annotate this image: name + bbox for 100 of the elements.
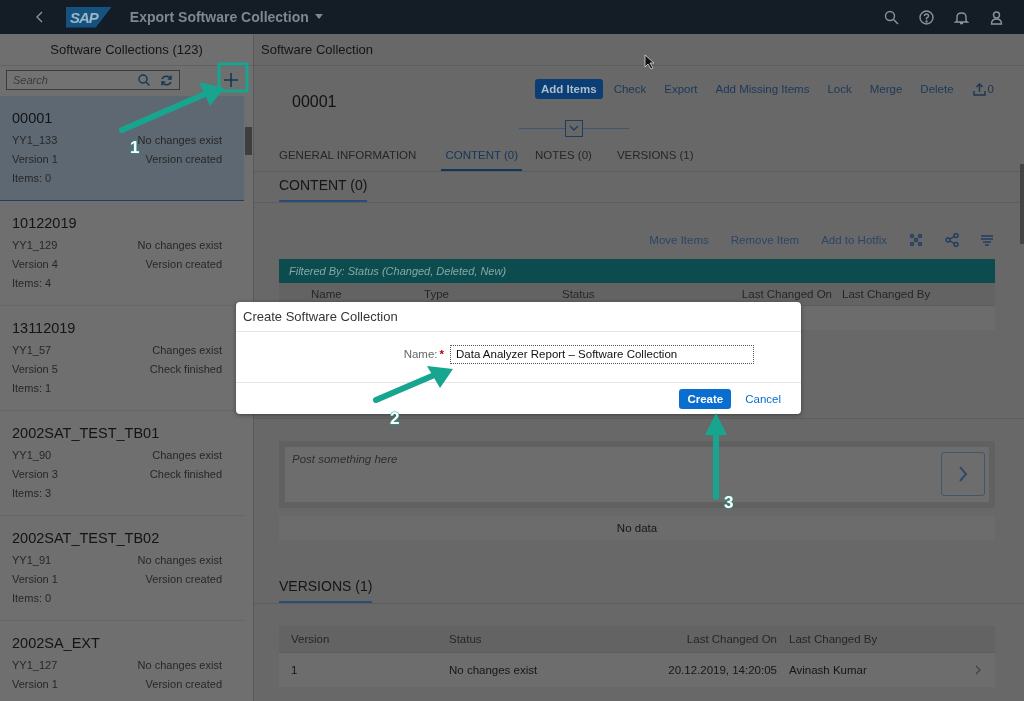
item-status: No changes exist <box>137 134 222 146</box>
column-header: Name <box>310 288 343 300</box>
tab[interactable]: VERSIONS (1) <box>616 140 706 171</box>
item-state: Check finished <box>149 363 222 377</box>
help-icon[interactable] <box>919 9 934 25</box>
field-label: Name: <box>403 348 438 360</box>
item-version: Version 5 <box>12 363 58 377</box>
dialog-title: Create Software Collection <box>236 302 801 332</box>
section-title: CONTENT (0) <box>279 177 368 202</box>
column-header: Last Changed On <box>740 288 833 300</box>
scrollbar[interactable] <box>1020 164 1024 244</box>
user-icon[interactable] <box>989 9 1004 25</box>
item-title: 2002SAT_TEST_TB02 <box>12 530 161 546</box>
highlight-box <box>217 62 249 93</box>
item-status: Changes exist <box>152 449 222 463</box>
toolbar-button[interactable]: Add to Hotfix <box>821 234 887 246</box>
page-title: Software Collection <box>254 34 1024 66</box>
item-status: No changes exist <box>137 659 222 673</box>
item-code: YY1_133 <box>12 134 58 148</box>
action-button[interactable]: Check <box>606 79 654 99</box>
scrollbar[interactable] <box>245 127 252 155</box>
item-code: YY1_57 <box>12 344 52 358</box>
pane-title: Software Collections (123) <box>0 34 253 66</box>
item-code: YY1_129 <box>12 239 58 253</box>
item-state: Version created <box>145 258 222 272</box>
add-items-button[interactable]: Add Items <box>535 79 603 99</box>
bell-icon[interactable] <box>954 9 969 25</box>
dropdown-icon[interactable] <box>314 14 323 20</box>
table-cell-text: No changes exist <box>449 664 539 676</box>
table-cell-text: 20.12.2019, 14:20:05 <box>667 664 778 676</box>
toolbar-button[interactable]: Move Items <box>649 234 709 246</box>
step-number: 1 <box>130 138 140 157</box>
item-count: Items: 3 <box>12 487 52 501</box>
item-count: Items: 0 <box>12 592 52 606</box>
item-title: 2002SAT_TEST_TB01 <box>12 425 161 441</box>
column-header: Status <box>562 288 596 300</box>
plus-icon <box>224 73 238 87</box>
upload-icon[interactable] <box>972 82 986 96</box>
item-title: 00001 <box>12 110 54 126</box>
item-count: Items: 4 <box>12 277 52 291</box>
search-icon[interactable] <box>138 74 150 86</box>
tab[interactable]: NOTES (0) <box>535 140 604 171</box>
column-header: Type <box>424 288 450 300</box>
item-count: Items: 1 <box>12 382 52 396</box>
list-item[interactable]: 2002SAT_TEST_TB02 YY1_91 No changes exist Version 1 Version created Items: 0 <box>0 516 244 621</box>
tab[interactable]: GENERAL INFORMATION <box>279 140 429 171</box>
item-status: No changes exist <box>137 554 222 568</box>
item-version: Version 1 <box>12 678 58 692</box>
item-state: Version created <box>145 153 222 167</box>
column-header: Status <box>449 633 483 645</box>
chevron-right-icon <box>975 665 981 675</box>
table-cell-text: Avinash Kumar <box>789 664 868 676</box>
step-number: 2 <box>390 409 400 428</box>
search-input[interactable]: Search <box>13 74 128 86</box>
column-header: Last Changed By <box>789 633 879 645</box>
name-field[interactable]: Data Analyzer Report – Software Collection <box>450 344 754 364</box>
post-input[interactable]: Post something here <box>285 447 937 471</box>
action-button[interactable]: Lock <box>820 79 859 99</box>
refresh-icon[interactable] <box>160 73 173 87</box>
action-button[interactable]: Export <box>657 79 705 99</box>
upload-count: 0 <box>987 83 994 95</box>
item-title: 10122019 <box>12 215 78 231</box>
sort-icon[interactable] <box>981 234 993 246</box>
item-code: YY1_127 <box>12 659 58 673</box>
list-item[interactable]: 2002SA_EXT YY1_127 No changes exist Version 1 Version created <box>0 621 244 701</box>
item-version: Version 3 <box>12 468 58 482</box>
network-icon[interactable] <box>909 233 923 247</box>
column-header: Last Changed By <box>842 288 932 300</box>
search-field[interactable]: Search <box>6 70 180 90</box>
post-button[interactable] <box>941 452 985 496</box>
item-status: No changes exist <box>137 239 222 253</box>
collapse-button[interactable] <box>565 119 583 137</box>
item-code: YY1_90 <box>12 449 52 463</box>
share-icon[interactable] <box>945 233 959 247</box>
chevron-down-icon <box>569 125 579 131</box>
create-button[interactable]: Create <box>679 388 732 409</box>
mouse-cursor <box>644 54 655 70</box>
item-version: Version 1 <box>12 153 58 167</box>
required-mark: * <box>439 348 444 360</box>
search-icon[interactable] <box>884 9 899 25</box>
item-count: Items: 0 <box>12 172 52 186</box>
cancel-button[interactable]: Cancel <box>745 388 781 409</box>
section-title: VERSIONS (1) <box>279 578 373 603</box>
table-row[interactable]: 1 No changes exist 20.12.2019, 14:20:05 Avinash Kumar <box>279 652 995 687</box>
item-state: Version created <box>145 678 222 692</box>
action-button[interactable]: Delete <box>913 79 961 99</box>
filter-bar: Filtered By: Status (Changed, Deleted, New) <box>279 259 995 283</box>
action-button[interactable]: Add Missing Items <box>708 79 817 99</box>
sap-logo: SAP <box>66 6 112 28</box>
item-title: 2002SA_EXT <box>12 635 101 651</box>
tab[interactable]: CONTENT (0) <box>441 140 522 171</box>
column-header: Version <box>290 633 331 645</box>
action-button[interactable]: Merge <box>862 79 910 99</box>
item-state: Check finished <box>149 468 222 482</box>
app-title[interactable]: Export Software Collection <box>129 9 309 25</box>
column-header: Last Changed On <box>685 633 778 645</box>
chevron-right-icon <box>958 466 968 482</box>
empty-message: No data <box>279 516 995 540</box>
item-title: 13112019 <box>12 320 77 336</box>
toolbar-button[interactable]: Remove Item <box>730 234 800 246</box>
